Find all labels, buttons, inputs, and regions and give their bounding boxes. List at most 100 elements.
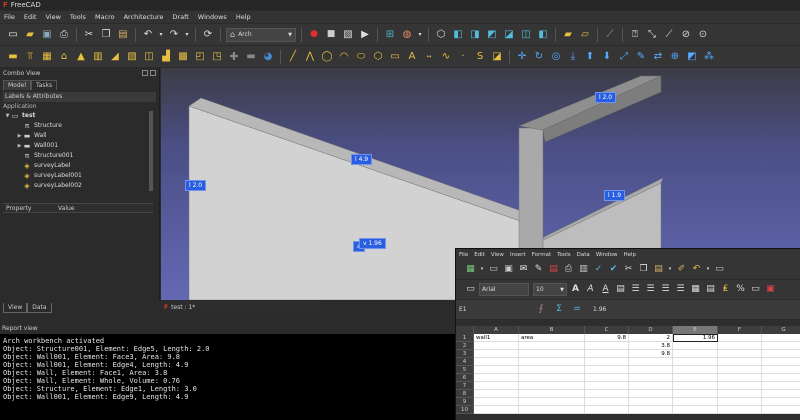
copy-icon[interactable]: ❐	[99, 28, 113, 42]
cell-g8[interactable]	[762, 390, 800, 398]
column-header-d[interactable]: D	[629, 326, 673, 334]
row-header[interactable]: 2	[456, 342, 474, 350]
arch-stairs-icon[interactable]: ▟	[159, 50, 173, 64]
mail-icon[interactable]: ✉	[517, 263, 530, 276]
draw-style-icon[interactable]: ◍	[400, 28, 414, 42]
expand-arrow-icon[interactable]: ▶	[16, 141, 23, 151]
tree-item[interactable]: π Structure	[0, 121, 159, 131]
cell-e7[interactable]	[673, 382, 718, 390]
new-dropdown-icon[interactable]: ▾	[479, 263, 485, 276]
arch-roof-icon[interactable]: ◢	[108, 50, 122, 64]
align-left-icon[interactable]: ☰	[629, 283, 642, 296]
underline-icon[interactable]: A	[599, 283, 612, 296]
name-box[interactable]: E1	[459, 306, 529, 313]
edit-file-icon[interactable]: ✎	[532, 263, 545, 276]
menu-view[interactable]: View	[45, 13, 60, 21]
document-tab[interactable]: F test : 1*	[161, 301, 321, 313]
whats-this-icon[interactable]: ⍰	[628, 28, 642, 42]
export-pdf-icon[interactable]: ▤	[547, 263, 560, 276]
row-header[interactable]: 9	[456, 398, 474, 406]
new-file-icon[interactable]: ▭	[6, 28, 20, 42]
justify-icon[interactable]: ☰	[674, 283, 687, 296]
sheet-menu-file[interactable]: File	[459, 252, 468, 258]
sheet-menu-view[interactable]: View	[491, 252, 504, 258]
tree-item[interactable]: ▶ ▬ Wall001	[0, 141, 159, 151]
draft-add-point-icon[interactable]: ⊕	[668, 50, 682, 64]
templates-icon[interactable]: ▭	[487, 263, 500, 276]
sheet-menu-help[interactable]: Help	[624, 252, 637, 258]
measure-icon[interactable]: ⟋	[603, 28, 617, 42]
stop-macro-icon[interactable]: ■	[324, 28, 338, 42]
formula-icon[interactable]: =	[571, 304, 583, 316]
cell-b9[interactable]	[519, 398, 585, 406]
cell-a4[interactable]	[474, 358, 519, 366]
cell-a5[interactable]	[474, 366, 519, 374]
tree-item[interactable]: ◈ surveyLabel	[0, 161, 159, 171]
undo-dropdown-icon[interactable]: ▾	[705, 263, 711, 276]
cell-c7[interactable]	[585, 382, 629, 390]
column-header-b[interactable]: B	[519, 326, 585, 334]
cell-b6[interactable]	[519, 374, 585, 382]
draft-wire-to-bspline-icon[interactable]: ⇄	[651, 50, 665, 64]
row-header[interactable]: 6	[456, 374, 474, 382]
dim-label-beam[interactable]: l 2.0	[595, 92, 617, 103]
view-bottom-icon[interactable]: ◫	[519, 28, 533, 42]
print-icon[interactable]: ⎙	[562, 263, 575, 276]
cell-g2[interactable]	[762, 342, 800, 350]
redo-icon[interactable]: ▭	[713, 263, 726, 276]
cell-c4[interactable]	[585, 358, 629, 366]
undo-dropdown-icon[interactable]: ▾	[158, 28, 164, 42]
draft-edit-icon[interactable]: ✎	[634, 50, 648, 64]
cell-g6[interactable]	[762, 374, 800, 382]
row-header[interactable]: 7	[456, 382, 474, 390]
row-header[interactable]: 3	[456, 350, 474, 358]
redo-dropdown-icon[interactable]: ▾	[184, 28, 190, 42]
sheet-menu-edit[interactable]: Edit	[474, 252, 485, 258]
column-header-a[interactable]: A	[474, 326, 519, 334]
bold-icon[interactable]: A	[569, 283, 582, 296]
volume-label[interactable]: v 1.96	[359, 238, 386, 249]
cell-f6[interactable]	[718, 374, 762, 382]
cell-b5[interactable]	[519, 366, 585, 374]
cell-e8[interactable]	[673, 390, 718, 398]
font-color-icon[interactable]: ▤	[614, 283, 627, 296]
cell-e9[interactable]	[673, 398, 718, 406]
cell-e4[interactable]	[673, 358, 718, 366]
tree-item[interactable]: ◈ surveyLabel002	[0, 181, 159, 191]
draft-polygon-icon[interactable]: ⬡	[371, 50, 385, 64]
cell-b8[interactable]	[519, 390, 585, 398]
cell-a9[interactable]	[474, 398, 519, 406]
remove-icon[interactable]: ▬	[244, 50, 258, 64]
cell-a10[interactable]	[474, 406, 519, 414]
menu-architecture[interactable]: Architecture	[124, 13, 164, 21]
menu-draft[interactable]: Draft	[172, 13, 188, 21]
paste-icon[interactable]: ▤	[652, 263, 665, 276]
draft-dimension-icon[interactable]: ↔	[422, 50, 436, 64]
cell-d10[interactable]	[629, 406, 673, 414]
tab-data[interactable]: Data	[27, 303, 52, 313]
refresh-icon[interactable]: ⟳	[201, 28, 215, 42]
align-right-icon[interactable]: ☰	[659, 283, 672, 296]
wire-tool-icon[interactable]: ⟋	[662, 28, 676, 42]
view-top-icon[interactable]: ◨	[468, 28, 482, 42]
sheet-menu-tools[interactable]: Tools	[557, 252, 571, 258]
corner-cell[interactable]	[456, 326, 474, 334]
tree-item[interactable]: π Structure001	[0, 151, 159, 161]
snap-toggle-icon[interactable]: ⤡	[645, 28, 659, 42]
cell-b1[interactable]: area	[519, 334, 585, 342]
cell-d5[interactable]	[629, 366, 673, 374]
cell-c9[interactable]	[585, 398, 629, 406]
cell-f10[interactable]	[718, 406, 762, 414]
arch-structure-icon[interactable]: ⫪	[23, 50, 37, 64]
execute-macro-icon[interactable]: ▶	[358, 28, 372, 42]
fit-all-icon[interactable]: ⊞	[383, 28, 397, 42]
tree-item[interactable]: ▶ ▬ Wall	[0, 131, 159, 141]
cell-d3[interactable]: 9.8	[629, 350, 673, 358]
arch-survey-icon[interactable]: ◕	[261, 50, 275, 64]
cell-e2[interactable]	[673, 342, 718, 350]
paste-dropdown-icon[interactable]: ▾	[667, 263, 673, 276]
draft-arc-icon[interactable]: ◠	[337, 50, 351, 64]
workbench-selector[interactable]: ⌂ Arch ▼	[226, 27, 296, 42]
cell-b2[interactable]	[519, 342, 585, 350]
cell-g3[interactable]	[762, 350, 800, 358]
